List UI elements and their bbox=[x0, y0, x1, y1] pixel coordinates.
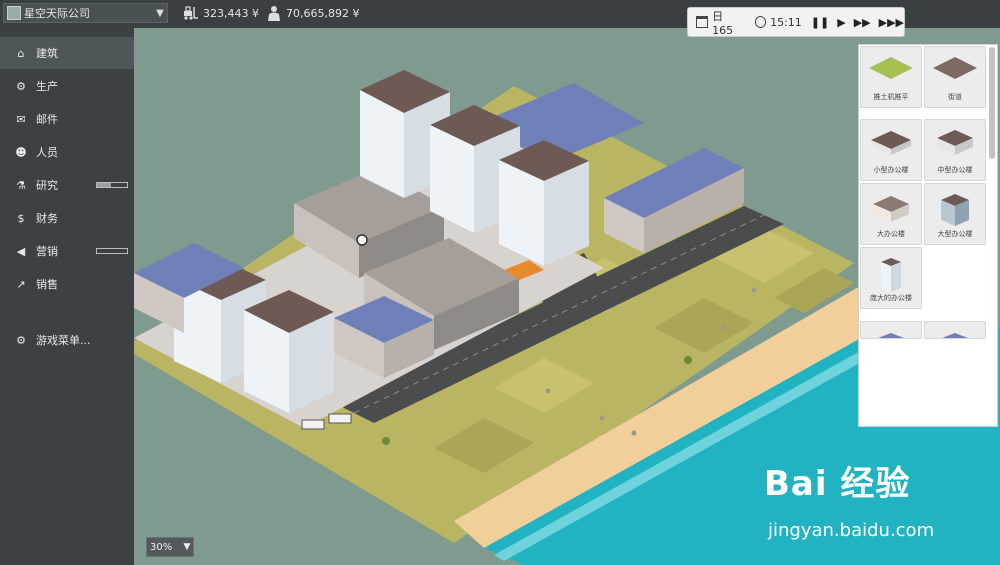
street-tile-icon bbox=[933, 57, 977, 79]
company-name: 星空天际公司 bbox=[24, 7, 90, 20]
rock bbox=[545, 388, 551, 394]
sidebar-item-label: 营销 bbox=[36, 245, 58, 258]
sidebar-item-finance[interactable]: $ 财务 bbox=[0, 202, 134, 234]
watermark: Bai 经验 jingyan.baidu.com bbox=[764, 456, 934, 541]
chevron-down-icon[interactable]: ▼ bbox=[153, 8, 167, 19]
truck bbox=[328, 413, 352, 424]
sidebar-item-label: 销售 bbox=[36, 278, 58, 291]
truck bbox=[301, 419, 325, 430]
rock bbox=[599, 415, 605, 421]
forklift-icon: ⚙ bbox=[16, 79, 26, 93]
money-value: 323,443 ¥ bbox=[203, 6, 259, 20]
time-controls: 日 165 15:11 ❚❚ ▶ ▶▶ ▶▶▶ bbox=[687, 7, 905, 37]
sidebar-item-label: 邮件 bbox=[36, 113, 58, 126]
build-item-large-office[interactable]: 大办公楼 bbox=[860, 183, 922, 245]
money-stat: 323,443 ¥ bbox=[183, 5, 259, 21]
company-logo-icon bbox=[7, 6, 21, 20]
build-item-big-office[interactable]: 大型办公楼 bbox=[924, 183, 986, 245]
sidebar-item-label: 研究 bbox=[36, 179, 58, 192]
large-office-icon bbox=[873, 196, 909, 222]
research-progress-bar bbox=[96, 182, 128, 188]
fastest-forward-button[interactable]: ▶▶▶ bbox=[879, 16, 904, 29]
office-tower-5[interactable] bbox=[244, 290, 334, 413]
rock bbox=[631, 430, 637, 436]
huge-office-icon bbox=[881, 258, 901, 292]
sidebar-item-production[interactable]: ⚙ 生产 bbox=[0, 70, 134, 102]
build-item-label: 街道 bbox=[948, 93, 962, 101]
sidebar-item-staff[interactable]: ☻ 人员 bbox=[0, 136, 134, 168]
zoom-value: 30% bbox=[150, 541, 173, 553]
build-item-small-office[interactable]: 小型办公楼 bbox=[860, 119, 922, 181]
sidebar-item-label: 人员 bbox=[36, 146, 58, 159]
sidebar-item-game-menu[interactable]: ⚙ 游戏菜单... bbox=[0, 324, 134, 356]
build-item-label: 大型办公楼 bbox=[937, 230, 973, 238]
chart-icon: ↗ bbox=[16, 277, 26, 291]
sidebar-item-mail[interactable]: ✉ 邮件 bbox=[0, 103, 134, 135]
flask-icon: ⚗ bbox=[16, 178, 26, 192]
sidebar-item-label: 生产 bbox=[36, 80, 58, 93]
tree bbox=[684, 356, 692, 364]
rock bbox=[751, 287, 757, 293]
build-item-label: 小型办公楼 bbox=[873, 166, 909, 174]
watermark-brand: Bai 经验 bbox=[764, 464, 911, 504]
building-icon bbox=[878, 333, 904, 338]
fast-forward-button[interactable]: ▶▶ bbox=[854, 16, 871, 29]
grass-tile-icon bbox=[869, 57, 913, 79]
build-item-label: 大办公楼 bbox=[877, 230, 905, 238]
build-item-label: 庞大的办公楼 bbox=[870, 294, 912, 302]
day-counter: 日 165 bbox=[712, 9, 734, 37]
building-icon bbox=[942, 333, 968, 338]
company-value: 70,665,892 ¥ bbox=[286, 6, 360, 20]
build-item-bulldozer[interactable]: 推土机推平 bbox=[860, 46, 922, 108]
build-panel: 推土机推平 街道 小型办公楼 中型办公楼 大办公楼 大型办公楼 庞大的办公楼 bbox=[858, 44, 998, 427]
play-button[interactable]: ▶ bbox=[837, 16, 845, 29]
build-item-label: 推土机推平 bbox=[873, 93, 909, 101]
medium-office-icon bbox=[937, 130, 973, 155]
sidebar-item-sales[interactable]: ↗ 销售 bbox=[0, 268, 134, 300]
pause-button[interactable]: ❚❚ bbox=[811, 16, 829, 29]
home-icon: ⌂ bbox=[17, 46, 25, 60]
people-icon: ☻ bbox=[15, 145, 27, 159]
rock bbox=[721, 325, 727, 331]
sidebar: ⌂ 建筑 ⚙ 生产 ✉ 邮件 ☻ 人员 ⚗ 研究 $ 财务 ◀ 营销 ↗ 销售 … bbox=[0, 28, 134, 565]
build-item-label: 中型办公楼 bbox=[937, 166, 973, 174]
clock-time: 15:11 bbox=[770, 15, 802, 29]
money-icon: $ bbox=[17, 211, 25, 225]
build-item-street[interactable]: 街道 bbox=[924, 46, 986, 108]
build-item-medium-office[interactable]: 中型办公楼 bbox=[924, 119, 986, 181]
gear-icon: ⚙ bbox=[16, 333, 26, 347]
build-item-more-2[interactable] bbox=[924, 321, 986, 339]
chevron-down-icon[interactable]: ▼ bbox=[181, 542, 193, 552]
sidebar-item-build[interactable]: ⌂ 建筑 bbox=[0, 37, 134, 69]
megaphone-icon: ◀ bbox=[16, 244, 26, 258]
sidebar-item-marketing[interactable]: ◀ 营销 bbox=[0, 235, 134, 267]
zoom-selector[interactable]: 30% ▼ bbox=[146, 537, 194, 557]
tree bbox=[382, 437, 390, 445]
clock-icon bbox=[754, 16, 767, 28]
company-selector[interactable]: 星空天际公司 ▼ bbox=[3, 3, 168, 23]
small-office-icon bbox=[871, 131, 911, 155]
panel-scrollbar[interactable] bbox=[989, 47, 995, 159]
build-item-more-1[interactable] bbox=[860, 321, 922, 339]
mail-icon: ✉ bbox=[16, 112, 26, 126]
calendar-icon bbox=[696, 16, 709, 28]
big-office-icon bbox=[941, 194, 969, 226]
watermark-url: jingyan.baidu.com bbox=[768, 520, 935, 541]
forklift-icon bbox=[183, 5, 199, 21]
build-item-huge-office[interactable]: 庞大的办公楼 bbox=[860, 247, 922, 309]
sidebar-item-label: 财务 bbox=[36, 212, 58, 225]
office-tower-3[interactable] bbox=[499, 140, 589, 266]
marketing-progress-bar bbox=[96, 248, 128, 254]
sidebar-item-label: 建筑 bbox=[36, 47, 58, 60]
sidebar-item-label: 游戏菜单... bbox=[36, 334, 91, 347]
company-value-stat: 70,665,892 ¥ bbox=[266, 5, 359, 21]
sidebar-item-research[interactable]: ⚗ 研究 bbox=[0, 169, 134, 201]
research-progress-fill bbox=[97, 183, 111, 187]
person-icon bbox=[266, 5, 282, 21]
